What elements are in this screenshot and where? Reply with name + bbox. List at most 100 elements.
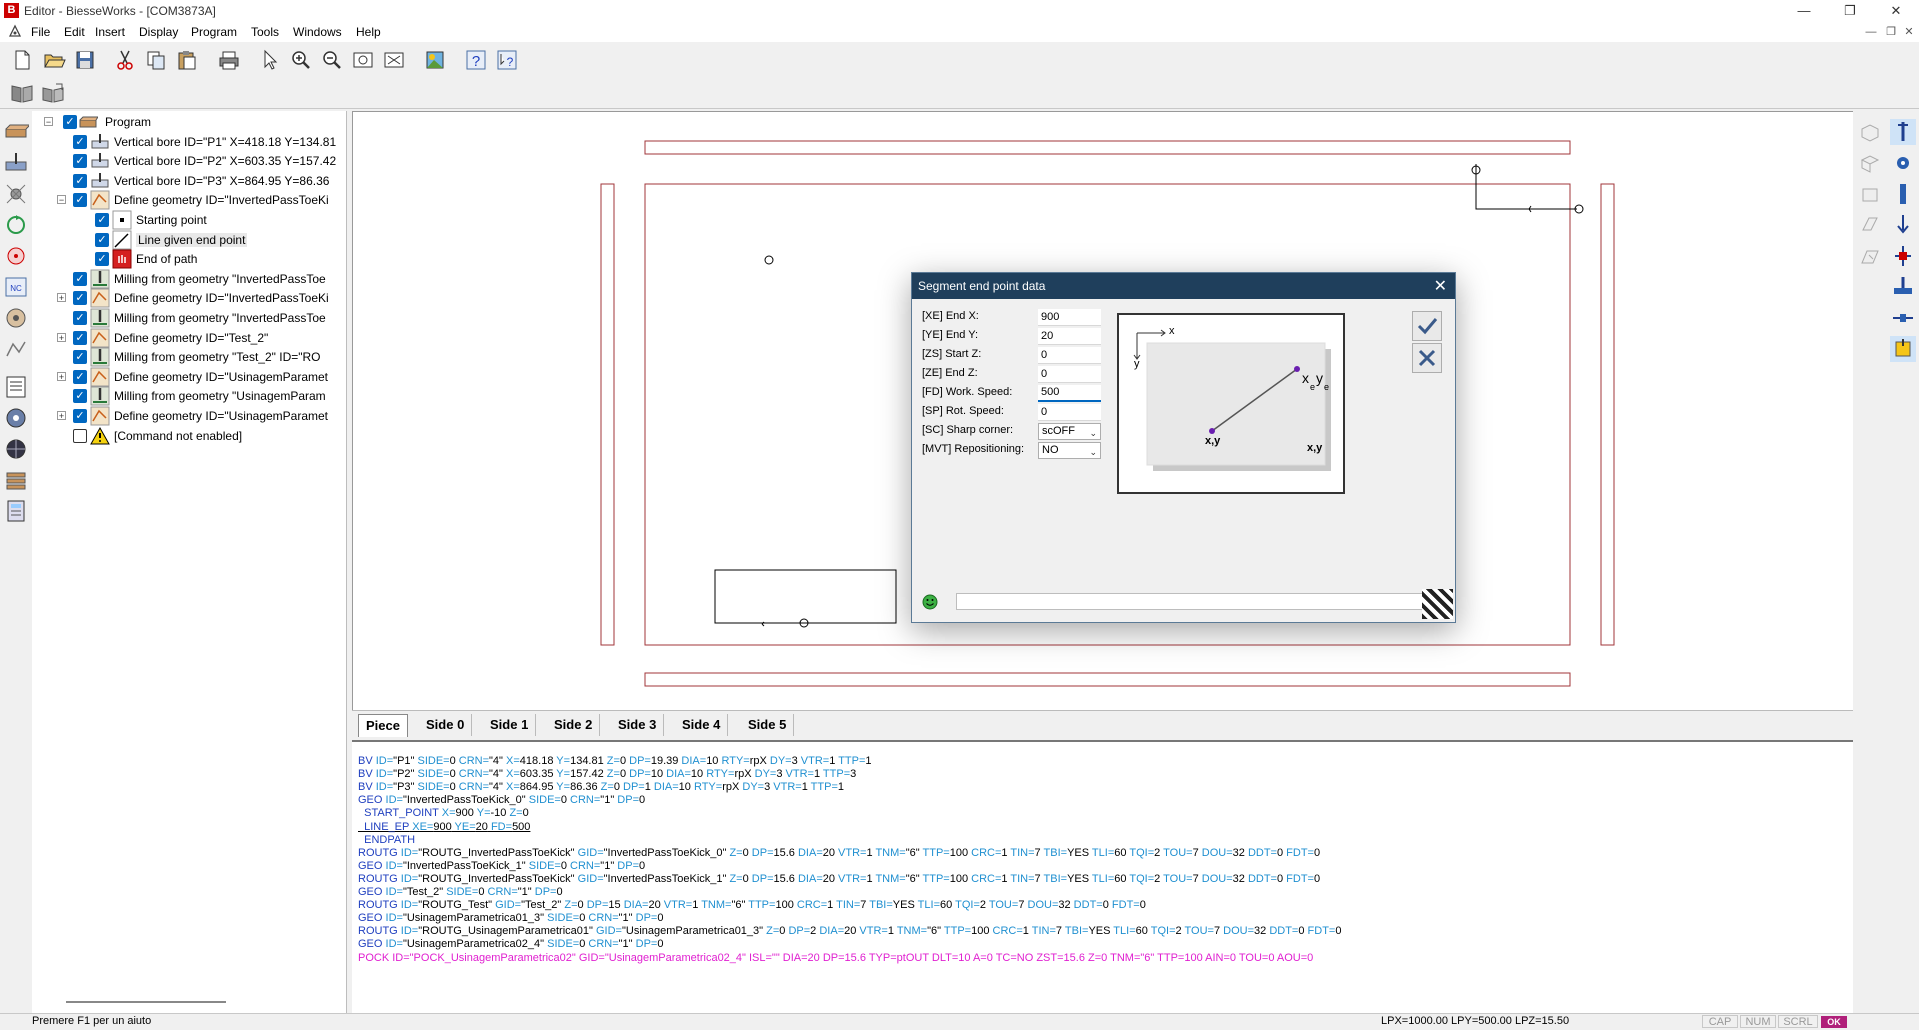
- work-speed-input[interactable]: [1038, 385, 1101, 402]
- mdi-minimize-icon[interactable]: —: [1861, 24, 1881, 40]
- tab-side-5[interactable]: Side 5: [741, 714, 795, 736]
- dialog-title-bar[interactable]: Segment end point data ✕: [912, 273, 1455, 299]
- zoom-out-icon[interactable]: [319, 47, 345, 73]
- collapse-icon[interactable]: −: [57, 195, 66, 205]
- cancel-button[interactable]: [1412, 343, 1442, 373]
- checkbox-checked[interactable]: ✓: [73, 173, 87, 188]
- view-iso-icon[interactable]: [1857, 243, 1883, 269]
- zoom-all-icon[interactable]: [381, 47, 407, 73]
- disk-icon[interactable]: [3, 405, 29, 431]
- view-top-icon[interactable]: [1857, 150, 1883, 176]
- copy-icon[interactable]: [143, 47, 169, 73]
- checkbox-checked[interactable]: ✓: [73, 311, 87, 325]
- checkbox-checked[interactable]: ✓: [63, 115, 77, 129]
- checkbox-checked[interactable]: ✓: [73, 134, 87, 149]
- context-help-icon[interactable]: ?: [494, 47, 520, 73]
- tab-side-3[interactable]: Side 3: [611, 714, 665, 736]
- maximize-icon[interactable]: ❐: [1827, 0, 1873, 22]
- menu-program[interactable]: Program: [191, 25, 237, 39]
- nc-program-icon[interactable]: NC: [3, 274, 29, 300]
- checkbox-checked[interactable]: ✓: [95, 252, 109, 267]
- checkbox-checked[interactable]: ✓: [73, 193, 87, 208]
- rotation-icon[interactable]: [3, 212, 29, 238]
- collapse-icon[interactable]: −: [44, 117, 53, 127]
- cut-icon[interactable]: [112, 47, 138, 73]
- end-z-input[interactable]: [1038, 366, 1101, 383]
- boring-icon[interactable]: [3, 150, 29, 176]
- tree-item[interactable]: [Command not enabled]: [32, 425, 346, 447]
- checkbox-checked[interactable]: ✓: [73, 389, 87, 404]
- view-front-icon[interactable]: [1857, 181, 1883, 207]
- view-side-icon[interactable]: [1857, 212, 1883, 238]
- tab-side-4[interactable]: Side 4: [675, 714, 729, 736]
- checkbox-checked[interactable]: ✓: [95, 213, 109, 227]
- globe-icon[interactable]: [3, 436, 29, 462]
- cross-tool-icon[interactable]: [1890, 243, 1916, 269]
- spindle-icon[interactable]: [1890, 181, 1916, 207]
- end-y-input[interactable]: [1038, 328, 1101, 345]
- resize-grip-icon[interactable]: [1422, 589, 1453, 619]
- expand-icon[interactable]: +: [57, 371, 66, 381]
- checkbox-checked[interactable]: ✓: [73, 369, 87, 384]
- book-icon[interactable]: [9, 80, 35, 106]
- list-icon[interactable]: [3, 374, 29, 400]
- horizontal-tool-icon[interactable]: [1890, 305, 1916, 331]
- gear-icon[interactable]: [1890, 150, 1916, 176]
- menu-display[interactable]: Display: [139, 25, 178, 39]
- checkbox-checked[interactable]: ✓: [73, 330, 87, 345]
- menu-insert[interactable]: Insert: [95, 25, 125, 39]
- close-icon[interactable]: ✕: [1873, 0, 1919, 22]
- menu-help[interactable]: Help: [356, 25, 381, 39]
- select-pointer-icon[interactable]: [257, 47, 283, 73]
- open-file-icon[interactable]: [41, 47, 67, 73]
- menu-file[interactable]: File: [31, 25, 50, 39]
- piece-icon[interactable]: [3, 119, 29, 145]
- scrollbar-thumb[interactable]: [66, 1001, 226, 1003]
- tool-magazine-icon[interactable]: [3, 305, 29, 331]
- render-icon[interactable]: [422, 47, 448, 73]
- path-icon[interactable]: [3, 336, 29, 362]
- tab-side-1[interactable]: Side 1: [483, 714, 537, 736]
- menu-tools[interactable]: Tools: [251, 25, 279, 39]
- checkbox-checked[interactable]: ✓: [95, 232, 109, 247]
- tab-side-2[interactable]: Side 2: [547, 714, 601, 736]
- view-3d-icon[interactable]: [1857, 119, 1883, 145]
- ok-button[interactable]: [1412, 311, 1442, 341]
- vertical-tool-icon[interactable]: [1890, 119, 1916, 145]
- mdi-restore-icon[interactable]: ❐: [1881, 24, 1901, 40]
- tree-horizontal-scrollbar[interactable]: [50, 995, 230, 1011]
- checkbox-checked[interactable]: ✓: [73, 350, 87, 365]
- repositioning-select[interactable]: NO ⌄: [1038, 442, 1101, 459]
- mdi-close-icon[interactable]: ✕: [1899, 24, 1919, 40]
- checkbox-unchecked[interactable]: [73, 428, 87, 443]
- layers-icon[interactable]: [3, 467, 29, 493]
- checkbox-checked[interactable]: ✓: [73, 409, 87, 423]
- down-arrow-icon[interactable]: [1890, 212, 1916, 238]
- document-icon[interactable]: [8, 24, 22, 38]
- paste-icon[interactable]: [174, 47, 200, 73]
- aggregate-icon[interactable]: [1890, 336, 1916, 362]
- zoom-in-icon[interactable]: [288, 47, 314, 73]
- tab-side-0[interactable]: Side 0: [419, 714, 473, 736]
- checkbox-checked[interactable]: ✓: [73, 291, 87, 306]
- menu-windows[interactable]: Windows: [293, 25, 342, 39]
- book-edit-icon[interactable]: [40, 80, 66, 106]
- expand-icon[interactable]: +: [57, 411, 66, 421]
- table-tool-icon[interactable]: [1890, 274, 1916, 300]
- calculator-icon[interactable]: [3, 498, 29, 524]
- checkbox-checked[interactable]: ✓: [73, 154, 87, 169]
- rot-speed-input[interactable]: [1038, 404, 1101, 421]
- drill-head-icon[interactable]: [3, 181, 29, 207]
- print-icon[interactable]: [216, 47, 242, 73]
- help-icon[interactable]: ?: [463, 47, 489, 73]
- saw-icon[interactable]: [3, 243, 29, 269]
- minimize-icon[interactable]: —: [1781, 0, 1827, 22]
- start-z-input[interactable]: [1038, 347, 1101, 364]
- new-file-icon[interactable]: [9, 47, 35, 73]
- end-x-input[interactable]: [1038, 309, 1101, 326]
- zoom-window-icon[interactable]: [350, 47, 376, 73]
- iso-code-panel[interactable]: BV ID="P1" SIDE=0 CRN="4" X=418.18 Y=134…: [352, 740, 1853, 1015]
- expand-icon[interactable]: +: [57, 332, 66, 342]
- save-icon[interactable]: [72, 47, 98, 73]
- expand-icon[interactable]: +: [57, 293, 66, 303]
